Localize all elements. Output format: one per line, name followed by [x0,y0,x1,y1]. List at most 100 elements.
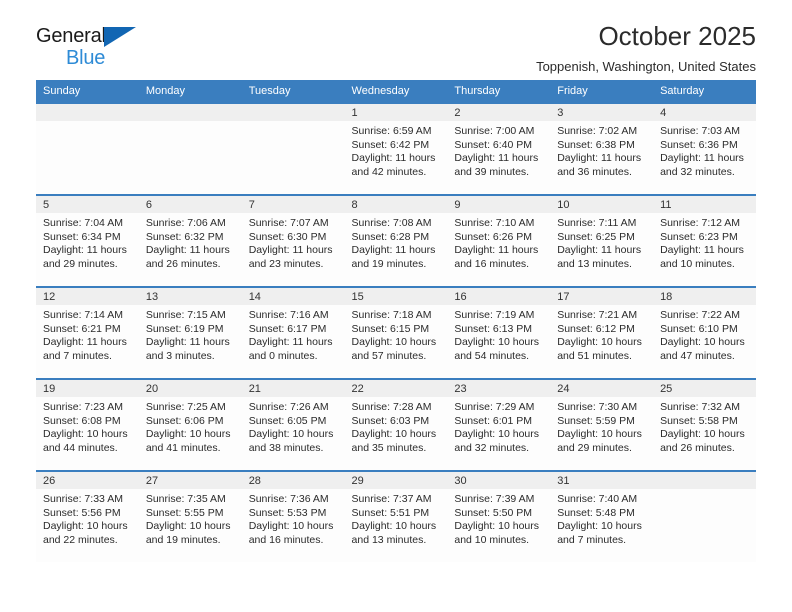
sunrise-text: Sunrise: 7:37 AM [351,493,432,505]
day-number: 8 [344,196,448,213]
sunset-text: Sunset: 5:56 PM [43,506,121,519]
calendar-day-cell[interactable]: 20 Sunrise: 7:25 AM Sunset: 6:06 PM Dayligh… [138,378,242,471]
day-number: 24 [550,380,654,397]
day-details: Sunrise: 7:19 AM Sunset: 6:13 PM Daylight:… [447,305,550,363]
calendar-day-cell[interactable]: 18 Sunrise: 7:22 AM Sunset: 6:10 PM Dayligh… [653,286,756,379]
weekday-header-thursday: Thursday [447,80,551,103]
daylight-text: Daylight: 11 hours and 23 minutes. [248,244,333,270]
day-details: Sunrise: 7:36 AM Sunset: 5:53 PM Daylight:… [242,489,345,547]
daylight-text: Daylight: 10 hours and 51 minutes. [557,336,642,362]
sunset-text: Sunset: 6:38 PM [557,138,635,151]
day-number: 3 [550,104,654,121]
sunrise-text: Sunrise: 7:02 AM [557,125,638,137]
calendar-week-row: 1 Sunrise: 6:59 AM Sunset: 6:42 PM Daylight… [36,102,756,195]
sunrise-text: Sunrise: 7:00 AM [454,125,535,137]
day-number: 11 [653,196,756,213]
daylight-text: Daylight: 11 hours and 29 minutes. [43,244,127,270]
day-number: 21 [241,380,345,397]
daylight-text: Daylight: 11 hours and 26 minutes. [145,244,230,270]
sunrise-text: Sunrise: 7:03 AM [660,125,741,137]
weekday-header-saturday: Saturday [653,80,756,103]
sunrise-text: Sunrise: 7:28 AM [351,401,432,413]
sunrise-text: Sunrise: 7:40 AM [557,493,638,505]
title-block: October 2025 Toppenish, Washington, Unit… [536,21,756,74]
calendar-day-cell[interactable]: 1 Sunrise: 6:59 AM Sunset: 6:42 PM Daylight… [344,102,448,195]
sunrise-text: Sunrise: 7:39 AM [454,493,535,505]
weekday-header-monday: Monday [138,80,242,103]
sunset-text: Sunset: 5:51 PM [351,506,430,519]
day-details: Sunrise: 7:32 AM Sunset: 5:58 PM Daylight:… [653,397,756,455]
day-details: Sunrise: 7:15 AM Sunset: 6:19 PM Daylight:… [139,305,242,363]
calendar-day-cell[interactable]: 17 Sunrise: 7:21 AM Sunset: 6:12 PM Dayligh… [550,286,654,379]
daylight-text: Daylight: 10 hours and 10 minutes. [454,520,540,546]
calendar-day-cell-empty [653,470,756,562]
calendar-day-cell[interactable]: 5 Sunrise: 7:04 AM Sunset: 6:34 PM Daylight… [36,194,139,287]
calendar-day-cell[interactable]: 12 Sunrise: 7:14 AM Sunset: 6:21 PM Dayligh… [36,286,139,379]
sunset-text: Sunset: 6:06 PM [145,414,224,427]
day-details: Sunrise: 7:35 AM Sunset: 5:55 PM Daylight:… [139,489,242,547]
calendar-day-cell[interactable]: 25 Sunrise: 7:32 AM Sunset: 5:58 PM Dayligh… [653,378,756,471]
calendar-day-cell[interactable]: 4 Sunrise: 7:03 AM Sunset: 6:36 PM Daylight… [653,102,756,195]
sunrise-text: Sunrise: 7:21 AM [557,309,638,321]
daylight-text: Daylight: 11 hours and 0 minutes. [248,336,333,362]
day-number [138,104,242,121]
sunrise-text: Sunrise: 7:32 AM [660,401,741,413]
calendar-day-cell[interactable]: 14 Sunrise: 7:16 AM Sunset: 6:17 PM Dayligh… [241,286,345,379]
calendar-day-cell[interactable]: 9 Sunrise: 7:10 AM Sunset: 6:26 PM Daylight… [447,194,551,287]
day-number: 10 [550,196,654,213]
day-number: 6 [138,196,242,213]
calendar-day-cell[interactable]: 2 Sunrise: 7:00 AM Sunset: 6:40 PM Daylight… [447,102,551,195]
calendar-day-cell[interactable]: 7 Sunrise: 7:07 AM Sunset: 6:30 PM Daylight… [241,194,345,287]
sunrise-text: Sunrise: 7:29 AM [454,401,535,413]
sunrise-text: Sunrise: 7:22 AM [660,309,741,321]
day-number: 13 [138,288,242,305]
daylight-text: Daylight: 11 hours and 32 minutes. [660,152,744,178]
calendar-day-cell[interactable]: 15 Sunrise: 7:18 AM Sunset: 6:15 PM Dayligh… [344,286,448,379]
calendar-day-cell[interactable]: 29 Sunrise: 7:37 AM Sunset: 5:51 PM Dayligh… [344,470,448,562]
calendar-day-cell[interactable]: 28 Sunrise: 7:36 AM Sunset: 5:53 PM Dayligh… [241,470,345,562]
day-details: Sunrise: 7:30 AM Sunset: 5:59 PM Daylight:… [550,397,653,455]
calendar-day-cell[interactable]: 3 Sunrise: 7:02 AM Sunset: 6:38 PM Daylight… [550,102,654,195]
day-details: Sunrise: 7:07 AM Sunset: 6:30 PM Daylight:… [242,213,345,271]
logo-triangle-icon [103,27,136,47]
calendar-day-cell[interactable]: 21 Sunrise: 7:26 AM Sunset: 6:05 PM Dayligh… [241,378,345,471]
page-subtitle: Toppenish, Washington, United States [536,58,756,74]
day-details: Sunrise: 7:16 AM Sunset: 6:17 PM Daylight:… [242,305,345,363]
calendar-day-cell[interactable]: 11 Sunrise: 7:12 AM Sunset: 6:23 PM Dayligh… [653,194,756,287]
calendar-day-cell[interactable]: 23 Sunrise: 7:29 AM Sunset: 6:01 PM Dayligh… [447,378,551,471]
calendar-day-cell[interactable]: 24 Sunrise: 7:30 AM Sunset: 5:59 PM Dayligh… [550,378,654,471]
daylight-text: Daylight: 10 hours and 16 minutes. [248,520,334,546]
calendar-day-cell[interactable]: 8 Sunrise: 7:08 AM Sunset: 6:28 PM Daylight… [344,194,448,287]
logo-general-blue[interactable]: General Blue [36,26,136,68]
calendar-day-cell[interactable]: 6 Sunrise: 7:06 AM Sunset: 6:32 PM Daylight… [138,194,242,287]
weekday-header-row: Sunday Monday Tuesday Wednesday Thursday… [36,80,756,103]
calendar-day-cell[interactable]: 26 Sunrise: 7:33 AM Sunset: 5:56 PM Dayligh… [36,470,139,562]
day-details: Sunrise: 7:29 AM Sunset: 6:01 PM Daylight:… [447,397,550,455]
daylight-text: Daylight: 11 hours and 39 minutes. [454,152,539,178]
calendar-day-cell[interactable]: 16 Sunrise: 7:19 AM Sunset: 6:13 PM Dayligh… [447,286,551,379]
calendar-day-cell[interactable]: 31 Sunrise: 7:40 AM Sunset: 5:48 PM Dayligh… [550,470,654,562]
sunrise-text: Sunrise: 7:19 AM [454,309,535,321]
calendar-day-cell[interactable]: 10 Sunrise: 7:11 AM Sunset: 6:25 PM Dayligh… [550,194,654,287]
calendar-page: General Blue October 2025 Toppenish, Was… [0,0,792,612]
sunset-text: Sunset: 6:26 PM [454,230,533,243]
sunset-text: Sunset: 6:05 PM [248,414,327,427]
calendar-day-cell[interactable]: 22 Sunrise: 7:28 AM Sunset: 6:03 PM Dayligh… [344,378,448,471]
day-number: 28 [241,472,345,489]
day-details: Sunrise: 7:39 AM Sunset: 5:50 PM Daylight:… [447,489,550,547]
day-number: 5 [36,196,139,213]
day-number: 4 [653,104,756,121]
sunset-text: Sunset: 6:01 PM [454,414,533,427]
sunrise-text: Sunrise: 7:35 AM [145,493,226,505]
calendar-day-cell[interactable]: 19 Sunrise: 7:23 AM Sunset: 6:08 PM Dayligh… [36,378,139,471]
calendar-day-cell[interactable]: 13 Sunrise: 7:15 AM Sunset: 6:19 PM Dayligh… [138,286,242,379]
calendar-day-cell[interactable]: 30 Sunrise: 7:39 AM Sunset: 5:50 PM Dayligh… [447,470,551,562]
day-details: Sunrise: 7:18 AM Sunset: 6:15 PM Daylight:… [345,305,448,363]
calendar-day-cell[interactable]: 27 Sunrise: 7:35 AM Sunset: 5:55 PM Dayligh… [138,470,242,562]
day-number: 15 [344,288,448,305]
calendar-day-cell-empty [138,102,242,195]
day-details: Sunrise: 7:04 AM Sunset: 6:34 PM Daylight:… [36,213,139,271]
sunset-text: Sunset: 5:48 PM [557,506,635,519]
calendar-week-row: 5 Sunrise: 7:04 AM Sunset: 6:34 PM Daylight… [36,194,756,287]
sunrise-text: Sunrise: 7:30 AM [557,401,638,413]
